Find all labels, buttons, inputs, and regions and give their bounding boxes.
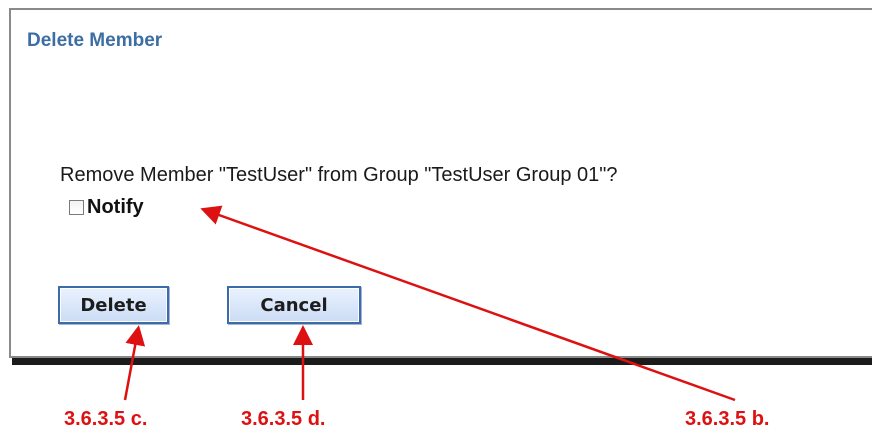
notify-option[interactable]: Notify <box>69 196 144 219</box>
screenshot-stage: Delete Member Remove Member "TestUser" f… <box>0 0 872 447</box>
delete-callout-label: 3.6.3.5 c. <box>64 408 148 430</box>
dialog-bottom-shadow <box>12 358 872 365</box>
confirmation-prompt: Remove Member "TestUser" from Group "Tes… <box>60 164 618 186</box>
notify-label[interactable]: Notify <box>87 196 144 219</box>
cancel-button[interactable]: Cancel <box>227 286 361 324</box>
cancel-callout-label: 3.6.3.5 d. <box>241 408 326 430</box>
delete-button[interactable]: Delete <box>58 286 169 324</box>
notify-callout-label: 3.6.3.5 b. <box>685 408 770 430</box>
notify-checkbox[interactable] <box>69 200 84 215</box>
dialog-title: Delete Member <box>27 30 163 51</box>
